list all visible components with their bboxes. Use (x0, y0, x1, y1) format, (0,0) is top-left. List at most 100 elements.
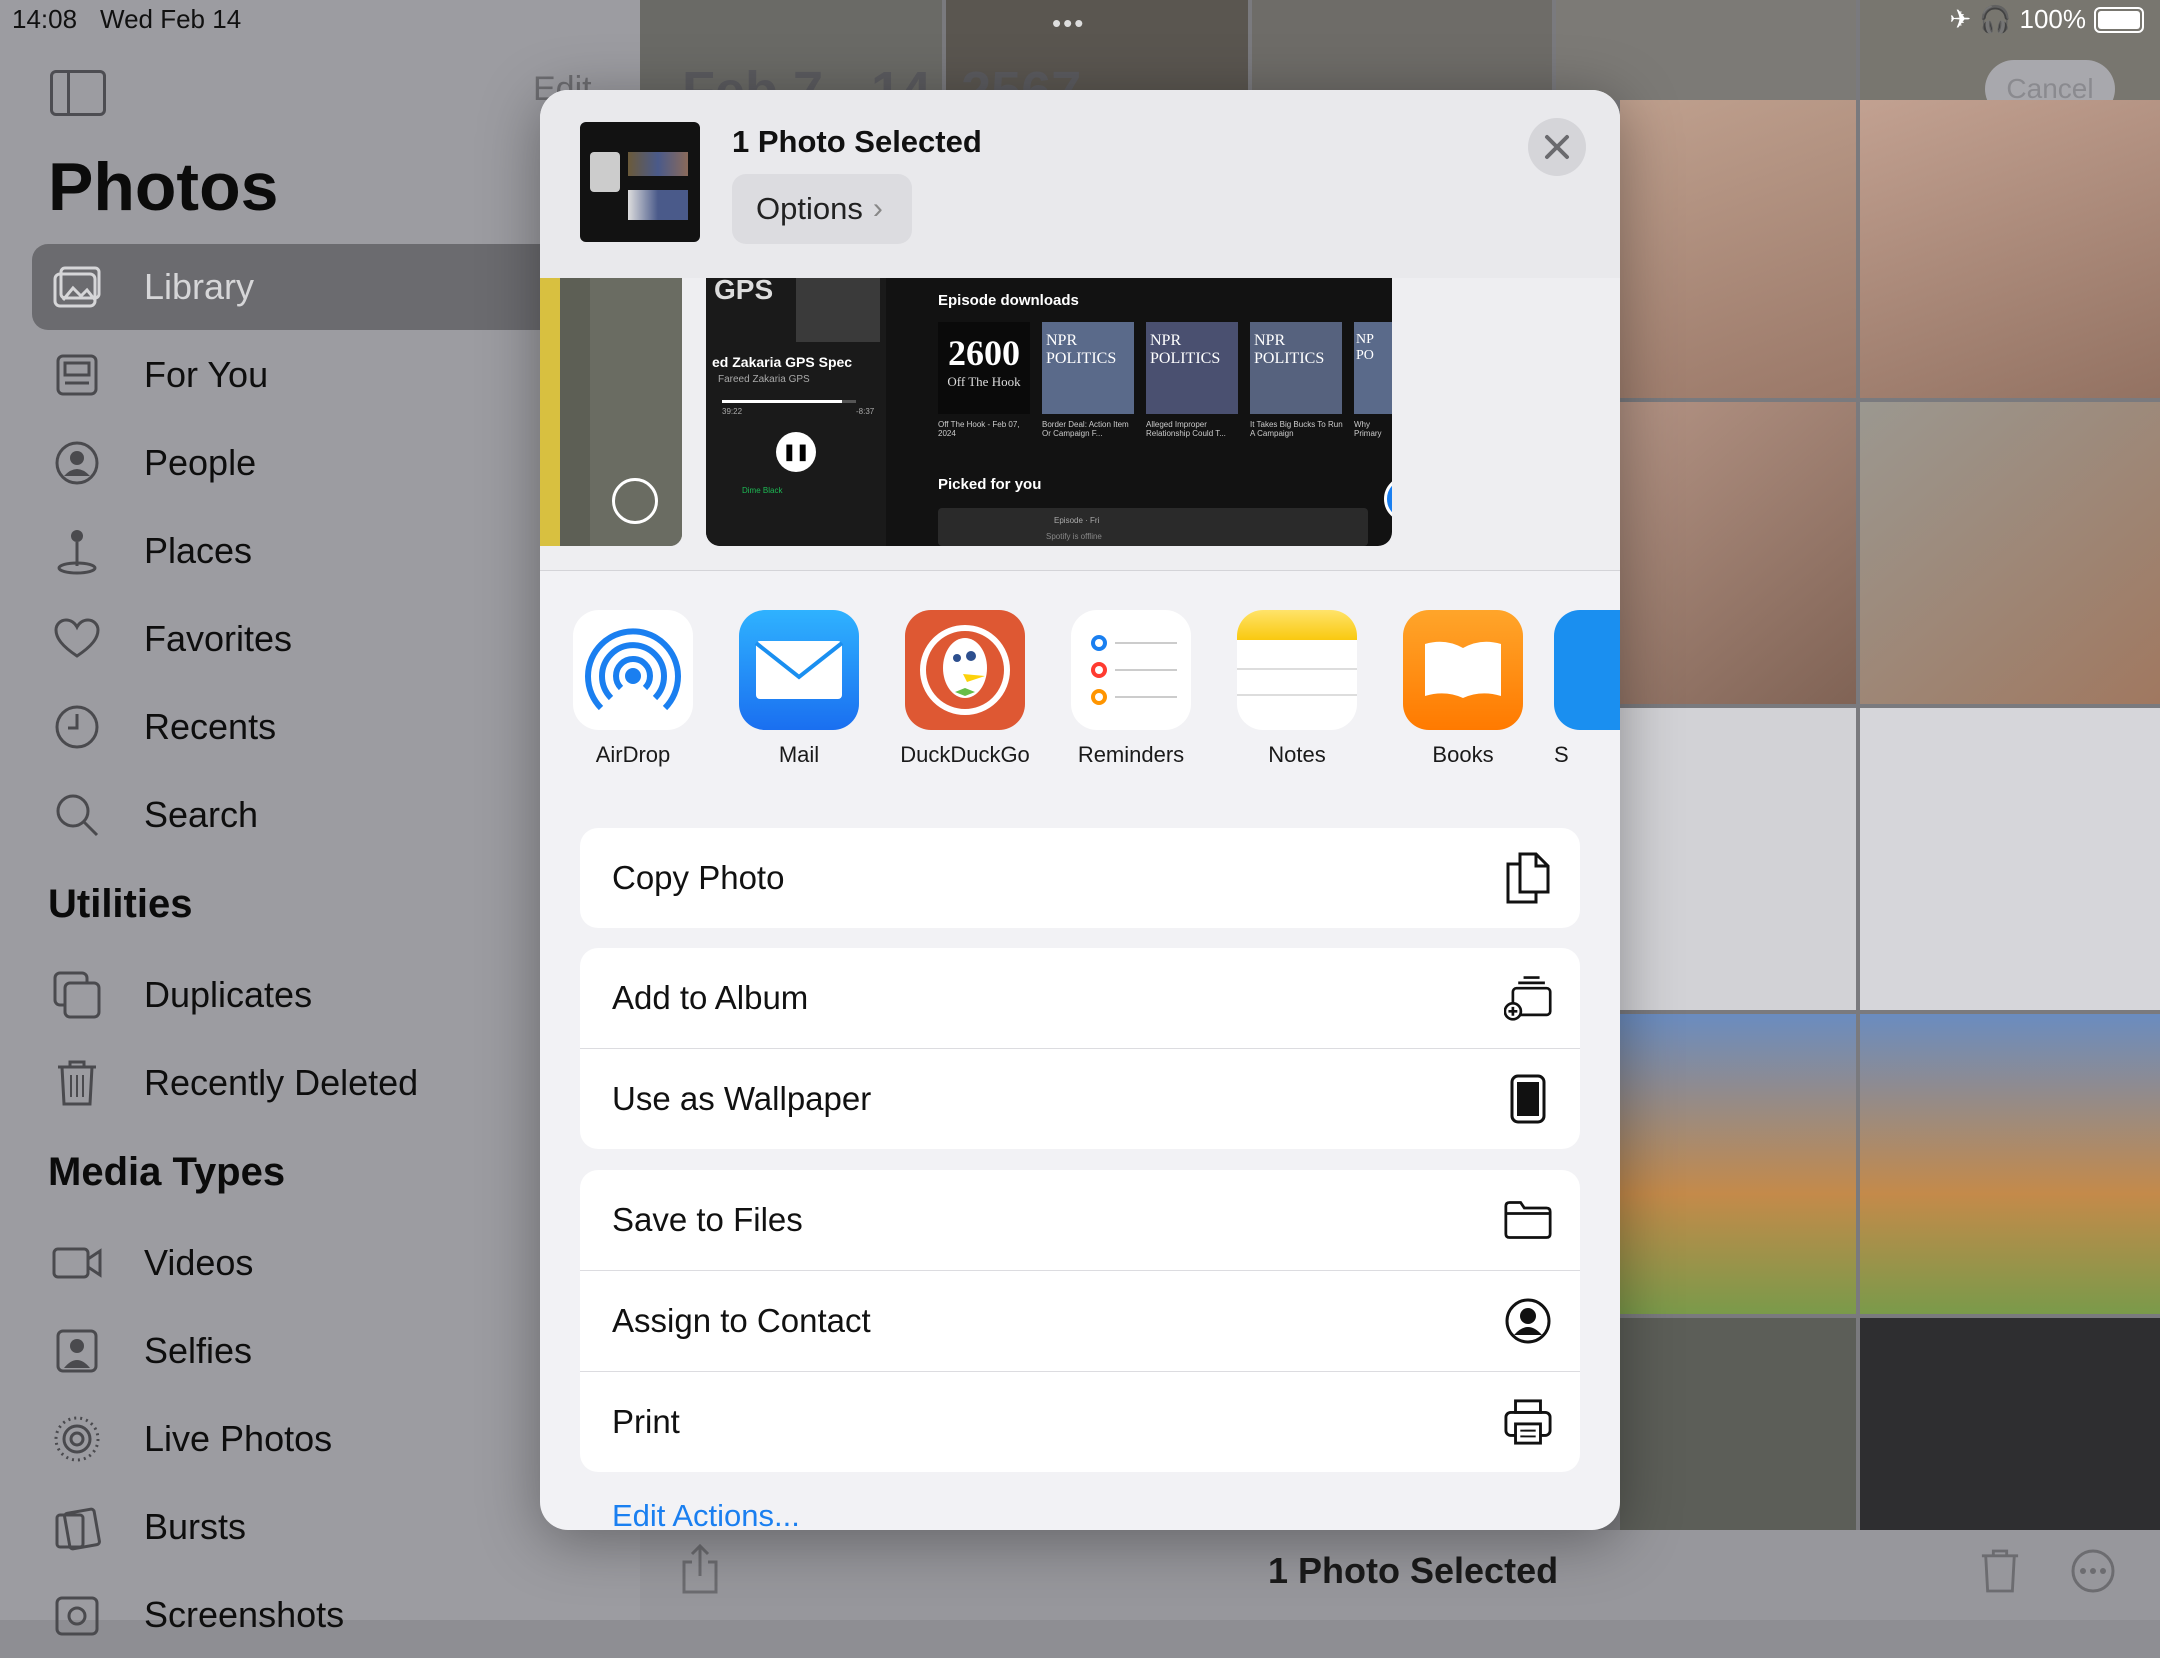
printer-icon (1504, 1398, 1552, 1446)
share-app-partial[interactable]: S (1554, 610, 1620, 768)
sidebar-item-label: Recently Deleted (144, 1062, 419, 1103)
status-time: 14:08 (12, 4, 78, 34)
selected-checkmark-icon[interactable] (1384, 476, 1392, 522)
photo-thumbnail[interactable] (1620, 402, 1856, 704)
photo-thumbnail[interactable] (1620, 1014, 1856, 1314)
action-group-album: Add to Album Use as Wallpaper (580, 948, 1580, 1149)
status-bar: 14:08 Wed Feb 14 ••• ✈ 🎧 100% (0, 0, 2160, 40)
photo-thumbnail[interactable] (1620, 708, 1856, 1010)
action-assign-to-contact[interactable]: Assign to Contact (580, 1271, 1580, 1372)
pause-icon: ❚❚ (776, 432, 816, 472)
share-app-notes[interactable]: Notes (1222, 610, 1372, 768)
close-button[interactable] (1528, 118, 1586, 176)
multitasking-dots-icon[interactable]: ••• (1052, 8, 1085, 39)
screenshot-icon (52, 1590, 102, 1640)
selected-photo-thumbnail (580, 122, 700, 242)
photo-thumbnail[interactable] (1860, 1318, 2160, 1530)
preview-picked-heading: Picked for you (938, 476, 1042, 493)
sidebar-item-label: Videos (144, 1242, 254, 1283)
search-icon (52, 790, 102, 840)
close-icon (1545, 135, 1569, 159)
video-icon (52, 1238, 102, 1288)
preview-episode-heading: Episode downloads (938, 292, 1079, 309)
headphones-icon: 🎧 (1979, 4, 2012, 34)
share-sheet: 1 Photo Selected Options › GPS ed Zakari… (540, 90, 1620, 1530)
sidebar-item-label: Search (144, 794, 259, 835)
books-icon (1403, 610, 1523, 730)
preview-podcast-sub: Fareed Zakaria GPS (718, 374, 810, 385)
share-app-duckduckgo[interactable]: DuckDuckGo (890, 610, 1040, 768)
share-app-books[interactable]: Books (1388, 610, 1538, 768)
chevron-right-icon: › (872, 192, 883, 225)
clock-icon (52, 702, 102, 752)
sidebar-item-label: Library (144, 266, 255, 307)
media-types-heading[interactable]: Media Types (48, 1150, 285, 1195)
action-group-files: Save to Files Assign to Contact Print (580, 1170, 1580, 1472)
preview-gps-text: GPS (714, 278, 774, 305)
adjacent-photo[interactable] (540, 278, 682, 546)
selection-circle-icon[interactable] (612, 478, 658, 524)
photo-thumbnail[interactable] (1860, 100, 2160, 398)
sidebar-item-label: Screenshots (144, 1594, 345, 1635)
action-print[interactable]: Print (580, 1372, 1580, 1472)
more-options-icon[interactable] (2070, 1548, 2116, 1594)
share-app-airdrop[interactable]: AirDrop (558, 610, 708, 768)
sidebar-item-label: Bursts (144, 1506, 247, 1547)
battery-icon (2094, 6, 2144, 33)
person-icon (52, 438, 102, 488)
duplicates-icon (52, 970, 102, 1020)
options-button[interactable]: Options › (732, 174, 912, 244)
map-pin-icon (52, 526, 102, 576)
share-app-mail[interactable]: Mail (724, 610, 874, 768)
wallpaper-icon (1504, 1074, 1552, 1124)
sidebar-item-label: Recents (144, 706, 277, 747)
preview-podcast-name: ed Zakaria GPS Spec (712, 354, 853, 370)
airplane-icon: ✈ (1949, 4, 1972, 34)
sidebar-item-label: Favorites (144, 618, 293, 659)
photo-thumbnail[interactable] (1860, 1014, 2160, 1314)
options-label: Options (756, 191, 863, 226)
sidebar-item-label: Live Photos (144, 1418, 333, 1459)
action-group-copy: Copy Photo (580, 828, 1580, 928)
add-album-icon (1504, 974, 1552, 1022)
selfie-icon (52, 1326, 102, 1376)
sidebar-title: Photos (48, 149, 279, 225)
status-right: ✈ 🎧 100% (1949, 4, 2144, 35)
sidebar-item-label: Selfies (144, 1330, 253, 1371)
for-you-icon (52, 350, 102, 400)
contact-icon (1504, 1297, 1552, 1345)
utilities-heading[interactable]: Utilities (48, 882, 192, 927)
edit-actions-link[interactable]: Edit Actions... (612, 1498, 800, 1530)
photo-library-icon (52, 262, 102, 312)
selected-photo-preview[interactable]: GPS ed Zakaria GPS Spec Fareed Zakaria G… (706, 278, 1392, 546)
photo-thumbnail[interactable] (1620, 100, 1856, 398)
bursts-icon (52, 1502, 102, 1552)
share-app-reminders[interactable]: Reminders (1056, 610, 1206, 768)
partial-app-icon (1554, 610, 1620, 730)
notes-icon (1237, 610, 1357, 730)
copy-icon (1504, 852, 1552, 904)
action-add-to-album[interactable]: Add to Album (580, 948, 1580, 1049)
trash-icon[interactable] (1980, 1548, 2020, 1594)
sidebar-item-label: Duplicates (144, 974, 313, 1015)
live-photo-icon (52, 1414, 102, 1464)
duckduckgo-icon (905, 610, 1025, 730)
action-copy-photo[interactable]: Copy Photo (580, 828, 1580, 928)
sidebar-item-label: Places (144, 530, 253, 571)
photo-thumbnail[interactable] (1860, 402, 2160, 704)
battery-percent: 100% (2019, 4, 2087, 34)
share-icon[interactable] (680, 1544, 720, 1596)
photo-thumbnail[interactable] (1860, 708, 2160, 1010)
sidebar-item-screenshots[interactable]: Screenshots (32, 1572, 640, 1658)
reminders-icon (1071, 610, 1191, 730)
share-app-row: AirDrop Mail DuckDuckGo Reminders Notes … (540, 610, 1620, 770)
share-sheet-header: 1 Photo Selected Options › (540, 90, 1620, 279)
trash-icon (52, 1058, 102, 1108)
action-save-to-files[interactable]: Save to Files (580, 1170, 1580, 1271)
sidebar-toggle-icon[interactable] (50, 70, 106, 116)
photo-thumbnail[interactable] (1620, 1318, 1856, 1530)
bottom-toolbar: 1 Photo Selected (640, 1530, 2160, 1620)
sidebar-item-label: People (144, 442, 257, 483)
action-use-as-wallpaper[interactable]: Use as Wallpaper (580, 1049, 1580, 1149)
heart-icon (52, 614, 102, 664)
